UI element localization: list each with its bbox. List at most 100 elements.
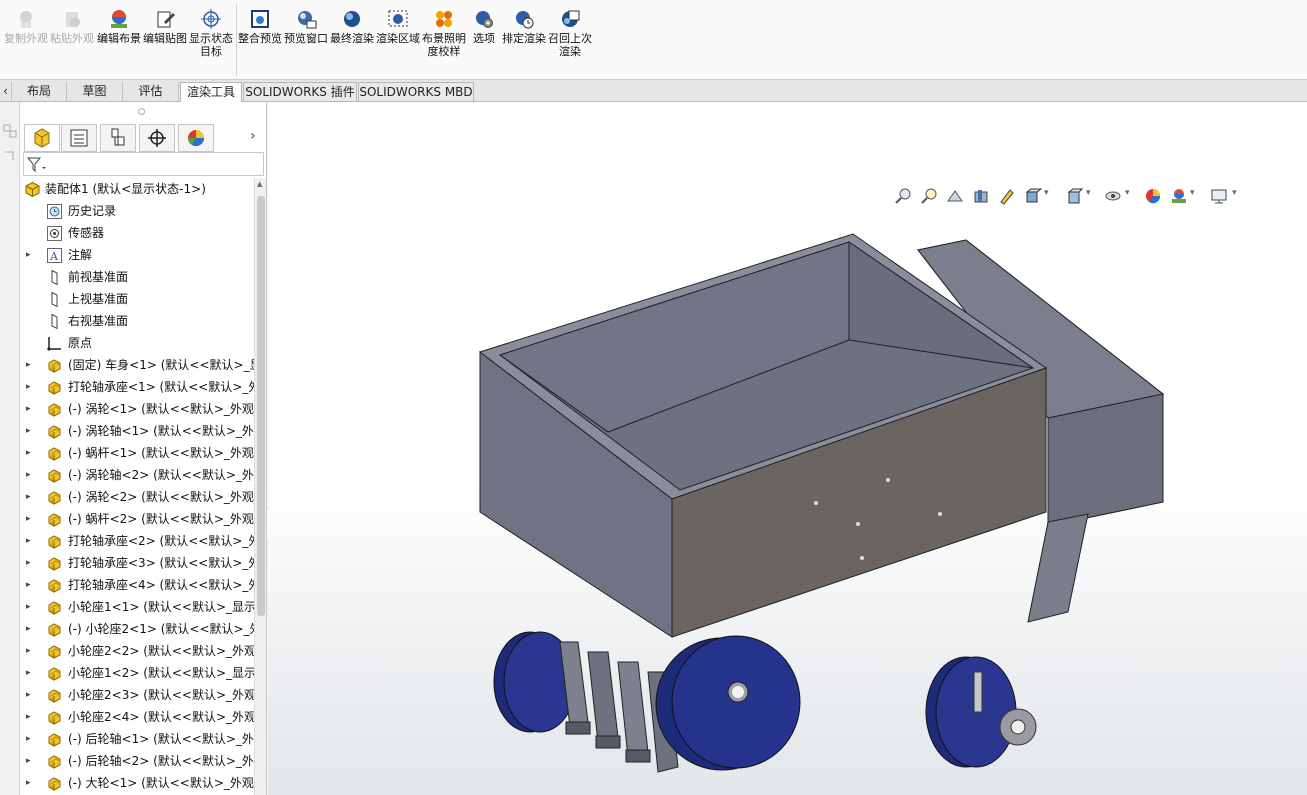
view-orientation-dropdown-icon[interactable]: ▾ xyxy=(1044,188,1049,198)
tree-item-plane[interactable]: 上视基准面 xyxy=(20,288,254,310)
tree-item-component[interactable]: ▸ (-) 涡轮轴<1> (默认<<默认>_外观显示状态>) xyxy=(20,420,254,442)
expand-arrow-icon[interactable]: ▸ xyxy=(26,706,36,728)
expand-arrow-icon[interactable]: ▸ xyxy=(26,244,36,266)
previous-view-icon[interactable] xyxy=(946,187,964,205)
tab-displaymanager[interactable] xyxy=(178,124,214,152)
tree-item-component[interactable]: ▸ 打轮轴承座<1> (默认<<默认>_外观显示状态>) xyxy=(20,376,254,398)
tree-scrollbar[interactable]: ▲ xyxy=(254,178,266,795)
tab-layout[interactable]: 布局 xyxy=(12,82,67,102)
hide-show-items-icon[interactable] xyxy=(1104,187,1122,205)
expand-arrow-icon[interactable]: ▸ xyxy=(26,684,36,706)
final-render-button[interactable]: 最终渲染 xyxy=(330,8,374,45)
expand-arrow-icon[interactable]: ▸ xyxy=(26,530,36,552)
tree-item-annotations[interactable]: ▸ A 注解 xyxy=(20,244,254,266)
expand-arrow-icon[interactable]: ▸ xyxy=(26,354,36,376)
tab-overflow-left[interactable]: ‹ xyxy=(0,82,12,102)
tree-item-component[interactable]: ▸ (-) 小轮座2<1> (默认<<默认>_外观显示状态>) xyxy=(20,618,254,640)
tree-item-history[interactable]: 历史记录 xyxy=(20,200,254,222)
tree-item-component[interactable]: ▸ (-) 蜗杆<2> (默认<<默认>_外观显示状态>) xyxy=(20,508,254,530)
tree-item-component[interactable]: ▸ 小轮座2<2> (默认<<默认>_外观显示状态>) xyxy=(20,640,254,662)
view-settings-dropdown-icon[interactable]: ▾ xyxy=(1232,188,1237,198)
tree-item-plane[interactable]: 右视基准面 xyxy=(20,310,254,332)
copy-appearance-button[interactable]: 复制外观 xyxy=(4,8,48,45)
tab-sketch[interactable]: 草图 xyxy=(67,82,123,102)
integrated-preview-button[interactable]: 整合预览 xyxy=(238,8,282,45)
tree-item-component[interactable]: ▸ (-) 涡轮轴<2> (默认<<默认>_外观显示状态>) xyxy=(20,464,254,486)
tree-item-component[interactable]: ▸ (-) 涡轮<1> (默认<<默认>_外观显示状态>) xyxy=(20,398,254,420)
expand-arrow-icon[interactable]: ▸ xyxy=(26,486,36,508)
preview-window-button[interactable]: 预览窗口 xyxy=(284,8,328,45)
schedule-render-button[interactable]: 排定渲染 xyxy=(502,8,546,45)
dynamic-annotation-icon[interactable] xyxy=(998,187,1016,205)
tab-render-tools[interactable]: 渲染工具 xyxy=(180,82,242,102)
edit-appearance-icon[interactable] xyxy=(1144,187,1162,205)
display-style-icon[interactable] xyxy=(1066,187,1084,205)
expand-arrow-icon[interactable]: ▸ xyxy=(26,618,36,640)
tree-item-plane[interactable]: 前视基准面 xyxy=(20,266,254,288)
display-style-dropdown-icon[interactable]: ▾ xyxy=(1086,188,1091,198)
expand-arrow-icon[interactable]: ▸ xyxy=(26,596,36,618)
tab-propertymanager[interactable] xyxy=(61,124,97,152)
tree-scroll-thumb[interactable] xyxy=(257,196,265,616)
expand-arrow-icon[interactable]: ▸ xyxy=(26,728,36,750)
tree-item-component[interactable]: ▸ (-) 蜗杆<1> (默认<<默认>_外观显示状态>) xyxy=(20,442,254,464)
cart-assembly-model[interactable] xyxy=(448,222,1208,782)
tree-item-component[interactable]: ▸ 小轮座1<1> (默认<<默认>_显示状态 1>) xyxy=(20,596,254,618)
paste-appearance-button[interactable]: 粘贴外观 xyxy=(50,8,94,45)
view-orientation-icon[interactable] xyxy=(1024,187,1042,205)
tab-featuremanager[interactable] xyxy=(24,124,60,152)
zoom-to-area-icon[interactable] xyxy=(920,187,938,205)
tree-item-component[interactable]: ▸ 小轮座2<3> (默认<<默认>_外观显示状态>) xyxy=(20,684,254,706)
tree-item-component[interactable]: ▸ 打轮轴承座<3> (默认<<默认>_外观显示状态>) xyxy=(20,552,254,574)
tree-item-component[interactable]: ▸ 打轮轴承座<2> (默认<<默认>_外观显示状态>) xyxy=(20,530,254,552)
tab-solidworks-addins[interactable]: SOLIDWORKS 插件 xyxy=(243,82,357,102)
recall-last-render-button[interactable]: 召回上次渲染 xyxy=(548,8,592,58)
tab-evaluate[interactable]: 评估 xyxy=(123,82,179,102)
tree-item-origin[interactable]: 原点 xyxy=(20,332,254,354)
tree-item-component[interactable]: ▸ (-) 涡轮<2> (默认<<默认>_外观显示状态>) xyxy=(20,486,254,508)
scene-illumination-proofing-button[interactable]: 布景照明度校样 xyxy=(422,8,466,58)
expand-arrow-icon[interactable]: ▸ xyxy=(26,508,36,530)
expand-arrow-icon[interactable]: ▸ xyxy=(26,552,36,574)
apply-scene-icon[interactable] xyxy=(1170,187,1188,205)
expand-arrow-icon[interactable]: ▸ xyxy=(26,750,36,772)
apply-scene-dropdown-icon[interactable]: ▾ xyxy=(1190,188,1195,198)
display-state-target-button[interactable]: 显示状态目标 xyxy=(189,8,233,58)
scroll-up-icon[interactable]: ▲ xyxy=(257,180,262,188)
tree-item-component[interactable]: ▸ (固定) 车身<1> (默认<<默认>_显示状态 1>) xyxy=(20,354,254,376)
edit-scene-button[interactable]: 编辑布景 xyxy=(97,8,141,45)
tab-dimxpertmanager[interactable] xyxy=(139,124,175,152)
hide-show-dropdown-icon[interactable]: ▾ xyxy=(1125,188,1130,198)
tree-item-component[interactable]: ▸ 打轮轴承座<4> (默认<<默认>_外观显示状态>) xyxy=(20,574,254,596)
tree-item-component[interactable]: ▸ (-) 大轮<1> (默认<<默认>_外观显示状态>) xyxy=(20,772,254,794)
tab-solidworks-mbd[interactable]: SOLIDWORKS MBD xyxy=(358,82,474,102)
expand-arrow-icon[interactable]: ▸ xyxy=(26,640,36,662)
expand-arrow-icon[interactable]: ▸ xyxy=(26,662,36,684)
tabs-scroll-right-icon[interactable]: › xyxy=(250,128,256,144)
expand-arrow-icon[interactable]: ▸ xyxy=(26,464,36,486)
tree-root[interactable]: 装配体1 (默认<显示状态-1>) xyxy=(20,178,254,200)
section-view-icon[interactable] xyxy=(972,187,990,205)
tree-item-component[interactable]: ▸ (-) 后轮轴<2> (默认<<默认>_外观显示状态>) xyxy=(20,750,254,772)
expand-arrow-icon[interactable]: ▸ xyxy=(26,398,36,420)
expand-arrow-icon[interactable]: ▸ xyxy=(26,420,36,442)
edit-decal-button[interactable]: 编辑贴图 xyxy=(143,8,187,45)
tree-item-component[interactable]: ▸ (-) 后轮轴<1> (默认<<默认>_外观显示状态>) xyxy=(20,728,254,750)
tree-item-component[interactable]: ▸ 小轮座1<2> (默认<<默认>_显示状态 1>) xyxy=(20,662,254,684)
graphics-area[interactable]: ▾ ▾ ▾ ▾ ▾ xyxy=(268,102,1307,795)
expand-arrow-icon[interactable]: ▸ xyxy=(26,442,36,464)
tree-item-sensors[interactable]: 传感器 xyxy=(20,222,254,244)
view-settings-monitor-icon[interactable] xyxy=(1210,187,1228,205)
zoom-to-fit-icon[interactable] xyxy=(894,187,912,205)
tree-item-component[interactable]: ▸ 小轮座2<4> (默认<<默认>_外观显示状态>) xyxy=(20,706,254,728)
options-button[interactable]: 选项 xyxy=(462,8,506,45)
panel-grip[interactable] xyxy=(138,108,145,115)
tree-filter[interactable] xyxy=(23,152,264,176)
expand-arrow-icon[interactable]: ▸ xyxy=(26,376,36,398)
collapse-icon[interactable] xyxy=(3,150,17,164)
expand-arrow-icon[interactable]: ▸ xyxy=(26,772,36,794)
tab-configurationmanager[interactable] xyxy=(100,124,136,152)
expand-arrow-icon[interactable]: ▸ xyxy=(26,574,36,596)
render-region-button[interactable]: 渲染区域 xyxy=(376,8,420,45)
flyout-icon[interactable] xyxy=(3,124,17,138)
